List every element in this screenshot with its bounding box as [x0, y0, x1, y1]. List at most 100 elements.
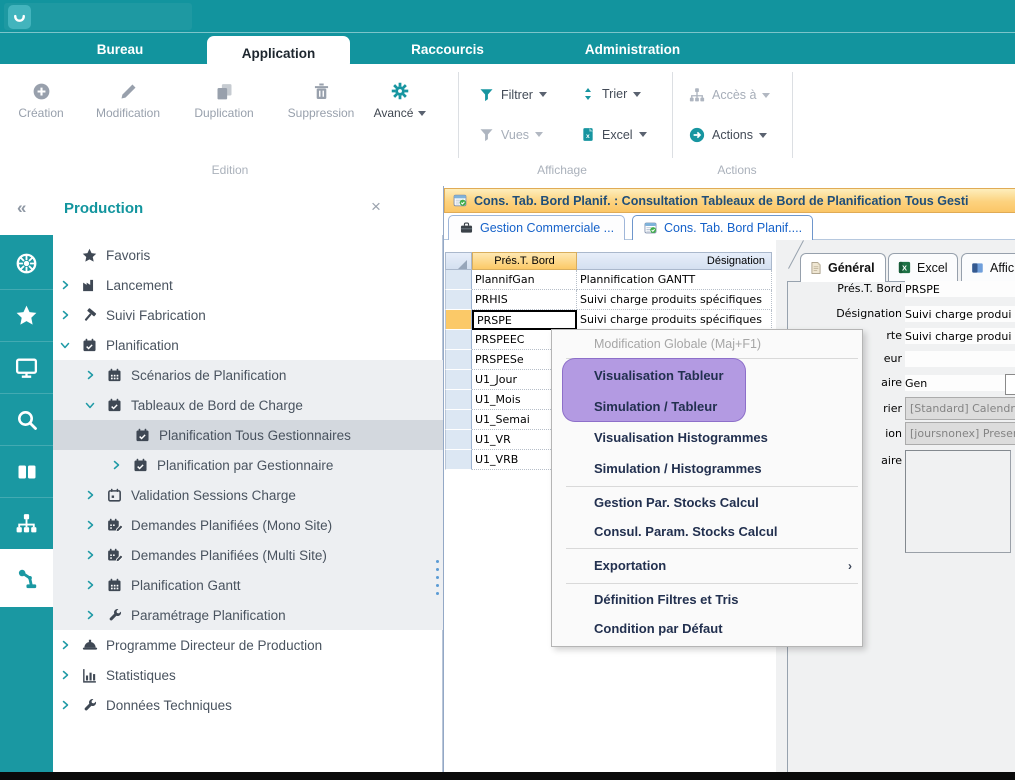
menu-item-definition-filtres[interactable]: Définition Filtres et Tris	[552, 585, 862, 614]
tab-excel[interactable]: Excel	[888, 253, 958, 281]
menu-item-simulation-histogrammes[interactable]: Simulation / Histogrammes	[552, 453, 862, 484]
sidebar-item-statistiques[interactable]: Statistiques	[53, 660, 443, 690]
tree-item-label: Tableaux de Bord de Charge	[131, 398, 303, 413]
tab-administration[interactable]: Administration	[570, 33, 695, 65]
rail-production-button[interactable]	[0, 549, 53, 607]
chevron-right-icon[interactable]	[82, 519, 98, 531]
sidebar-item-demandes-planifiees-multi[interactable]: Demandes Planifiées (Multi Site)	[53, 540, 443, 570]
menu-item-visualisation-tableur[interactable]: Visualisation Tableur	[552, 360, 862, 391]
chevron-right-icon[interactable]	[57, 699, 73, 711]
sidebar-item-suivi-fabrication[interactable]: Suivi Fabrication	[53, 300, 443, 330]
row-selector[interactable]	[445, 270, 472, 290]
chevron-right-icon[interactable]	[82, 549, 98, 561]
row-selector-selected[interactable]	[445, 310, 472, 330]
grid-cell-designation[interactable]: Plannification GANTT	[577, 270, 772, 290]
menu-item-simulation-tableur[interactable]: Simulation / Tableur	[552, 391, 862, 422]
rail-search-button[interactable]	[0, 393, 53, 445]
menu-item-exportation[interactable]: Exportation ›	[552, 550, 862, 581]
row-selector[interactable]	[445, 350, 472, 370]
doc-tab-gestion-commerciale[interactable]: Gestion Commerciale ...	[448, 215, 625, 240]
rail-columns-button[interactable]	[0, 445, 53, 497]
menu-item-condition-defaut[interactable]: Condition par Défaut	[552, 614, 862, 643]
acces-a-button[interactable]: Accès à	[688, 86, 770, 104]
row-selector[interactable]	[445, 390, 472, 410]
grid-cell-designation[interactable]: Suivi charge produits spécifiques	[577, 310, 772, 330]
lookup-button-clipped[interactable]	[1005, 374, 1015, 395]
creation-button[interactable]: Création	[8, 76, 74, 120]
app-logo-icon[interactable]	[8, 5, 31, 29]
row-selector[interactable]	[445, 330, 472, 350]
tab-raccourcis[interactable]: Raccourcis	[400, 33, 495, 65]
tab-affichage[interactable]: Affich	[961, 253, 1015, 281]
doc-tab-cons-tab-bord[interactable]: Cons. Tab. Bord Planif....	[632, 215, 813, 240]
grid-cell-pres[interactable]: PlannifGan	[472, 270, 577, 290]
chevron-right-icon[interactable]	[82, 609, 98, 621]
presentation-input-disabled[interactable]: [joursnonex] Preser	[905, 422, 1015, 445]
avance-button[interactable]: Avancé	[368, 76, 432, 120]
trash-icon	[278, 76, 364, 102]
menu-item-visualisation-histogrammes[interactable]: Visualisation Histogrammes	[552, 422, 862, 453]
actions-button[interactable]: Actions	[688, 126, 767, 144]
chevron-down-icon[interactable]	[57, 339, 73, 351]
chevron-right-icon[interactable]	[57, 639, 73, 651]
suppression-button[interactable]: Suppression	[278, 76, 364, 120]
sidebar-item-favoris[interactable]: Favoris	[53, 240, 443, 270]
sidebar-item-programme-directeur[interactable]: Programme Directeur de Production	[53, 630, 443, 660]
filtrer-button[interactable]: Filtrer	[478, 86, 547, 103]
rail-sitemap-button[interactable]	[0, 497, 53, 549]
tab-application-active[interactable]: Application	[207, 36, 350, 70]
row-selector[interactable]	[445, 430, 472, 450]
chevron-right-icon[interactable]	[108, 459, 124, 471]
row-selector[interactable]	[445, 290, 472, 310]
modification-button[interactable]: Modification	[84, 76, 172, 120]
grid-corner-header[interactable]	[445, 252, 472, 270]
chevron-down-icon	[539, 92, 547, 97]
calendar-input-disabled[interactable]: [Standard] Calendri	[905, 397, 1015, 420]
sidebar-item-demandes-planifiees-mono[interactable]: Demandes Planifiées (Mono Site)	[53, 510, 443, 540]
rail-desktop-button[interactable]	[0, 341, 53, 393]
chevron-right-icon[interactable]	[82, 489, 98, 501]
comment-textarea[interactable]	[905, 450, 1011, 553]
chevron-down-icon[interactable]	[82, 399, 98, 411]
grid-cell-pres[interactable]: PRHIS	[472, 290, 577, 310]
sidebar-item-planification-gantt[interactable]: Planification Gantt	[53, 570, 443, 600]
filter-icon	[478, 86, 495, 103]
grid-cell-pres-selected[interactable]: PRSPE	[472, 310, 577, 330]
column-header-designation[interactable]: Désignation	[577, 252, 772, 270]
grid-cell-designation[interactable]: Suivi charge produits spécifiques	[577, 290, 772, 310]
excel-button[interactable]: Excel	[580, 126, 647, 143]
tab-bureau[interactable]: Bureau	[85, 33, 155, 65]
rail-favorites-button[interactable]	[0, 289, 53, 341]
close-sidebar-button[interactable]: ×	[371, 197, 381, 217]
trier-button[interactable]: Trier	[580, 86, 641, 102]
collapse-sidebar-button[interactable]: «	[17, 198, 24, 218]
menu-item-gestion-stocks[interactable]: Gestion Par. Stocks Calcul	[552, 488, 862, 517]
sidebar-item-parametrage-planification[interactable]: Paramétrage Planification	[53, 600, 443, 630]
sidebar-item-validation-sessions-charge[interactable]: Validation Sessions Charge	[53, 480, 443, 510]
chevron-right-icon[interactable]	[57, 309, 73, 321]
sidebar-item-donnees-techniques[interactable]: Données Techniques	[53, 690, 443, 720]
row-selector[interactable]	[445, 410, 472, 430]
sidebar-item-planification-tous-gestionnaires[interactable]: Planification Tous Gestionnaires	[53, 420, 443, 450]
sidebar-item-tableaux-bord-charge[interactable]: Tableaux de Bord de Charge	[53, 390, 443, 420]
row-selector[interactable]	[445, 370, 472, 390]
panel-splitter-handle[interactable]	[436, 560, 439, 600]
document-title-bar[interactable]: Cons. Tab. Bord Planif. : Consultation T…	[444, 188, 1015, 213]
sidebar-item-scenarios-planification[interactable]: Scénarios de Planification	[53, 360, 443, 390]
tab-general[interactable]: Général	[800, 253, 886, 282]
chevron-right-icon[interactable]	[82, 579, 98, 591]
duplication-button[interactable]: Duplication	[184, 76, 264, 120]
sidebar-item-planification-par-gestionnaire[interactable]: Planification par Gestionnaire	[53, 450, 443, 480]
vues-button[interactable]: Vues	[478, 126, 543, 143]
chevron-right-icon[interactable]	[57, 669, 73, 681]
row-selector[interactable]	[445, 450, 472, 470]
copy-icon	[184, 76, 264, 102]
chevron-right-icon[interactable]	[82, 369, 98, 381]
sidebar-item-lancement[interactable]: Lancement	[53, 270, 443, 300]
chevron-right-icon[interactable]	[57, 279, 73, 291]
column-header-pres-t-bord[interactable]: Prés.T. Bord	[472, 252, 577, 270]
rail-modules-button[interactable]	[0, 237, 53, 289]
menu-item-consul-stocks[interactable]: Consul. Param. Stocks Calcul	[552, 517, 862, 546]
menu-item-modification-globale[interactable]: Modification Globale (Maj+F1)	[552, 332, 862, 356]
sidebar-item-planification[interactable]: Planification	[53, 330, 443, 360]
